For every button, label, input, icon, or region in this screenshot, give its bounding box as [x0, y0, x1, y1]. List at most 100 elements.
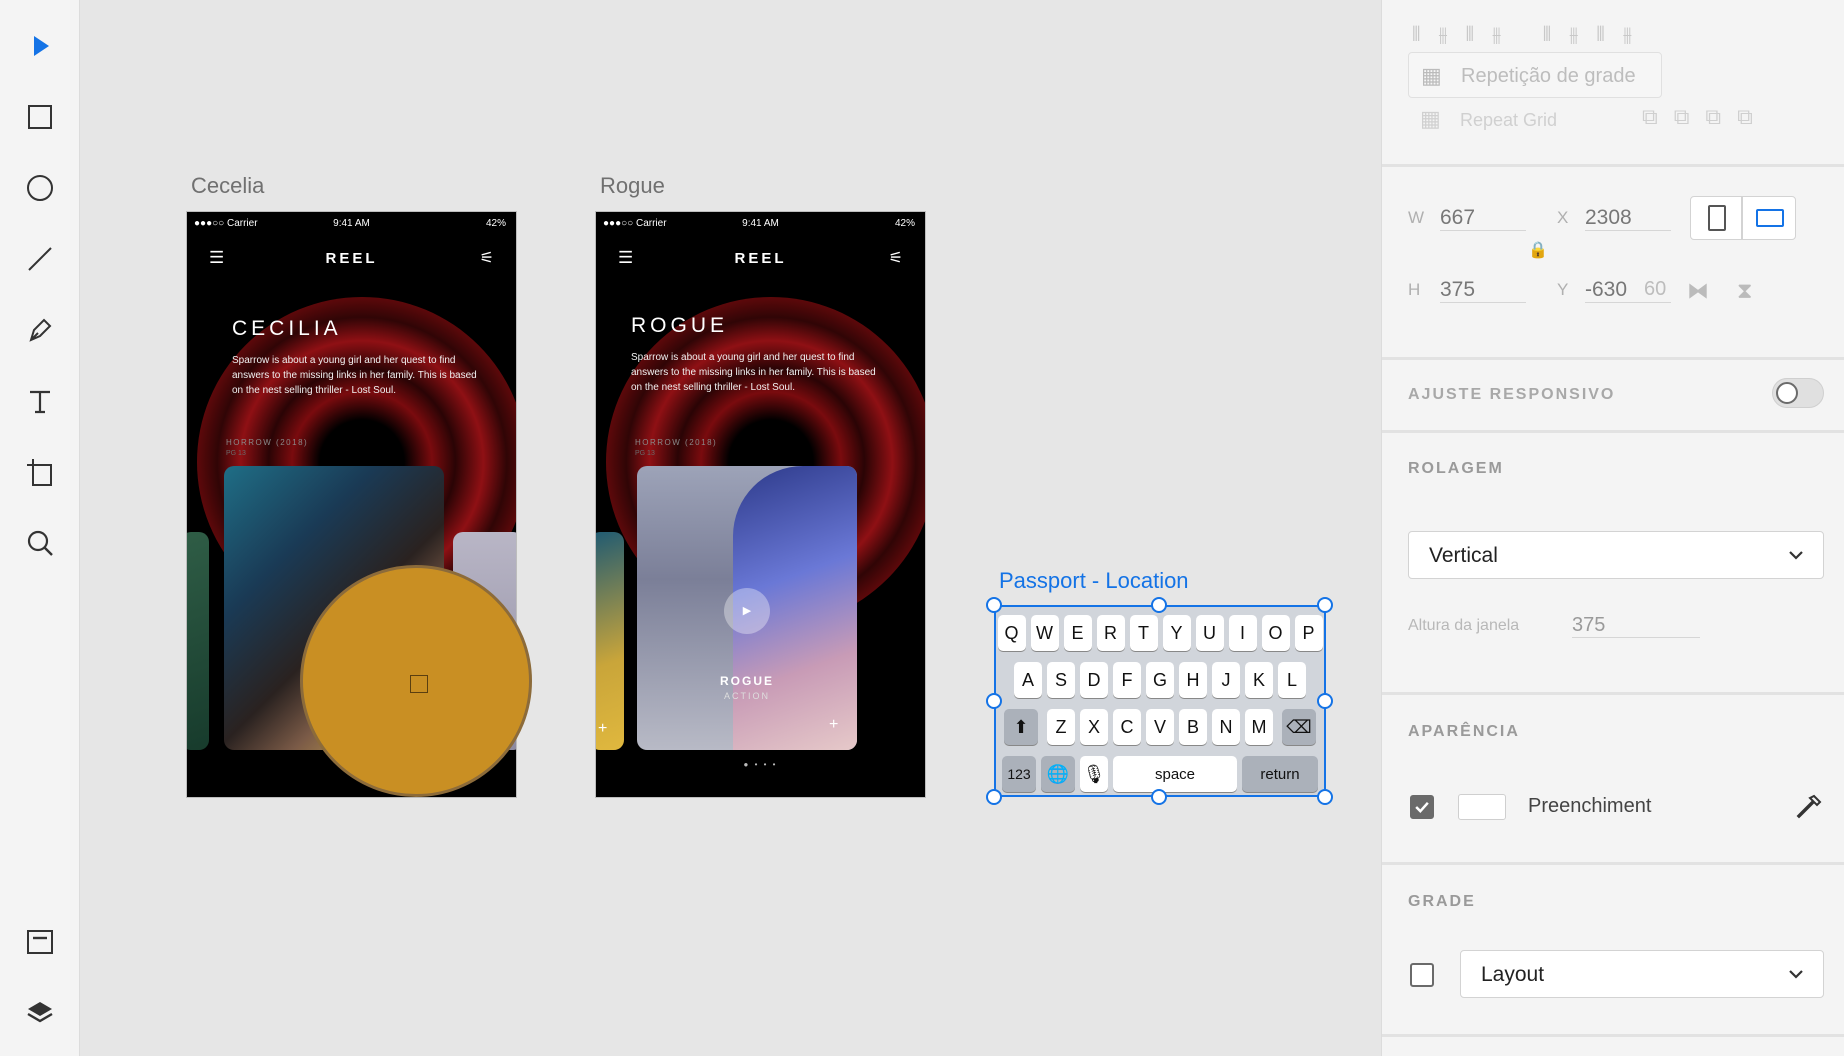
- loupe-center-square: [410, 675, 428, 693]
- color-picker-loupe[interactable]: [300, 565, 532, 797]
- rating-label: PG 13: [226, 450, 246, 457]
- backspace-key[interactable]: ⌫: [1282, 709, 1316, 745]
- filter-icon[interactable]: ⚟: [480, 248, 494, 268]
- key-h[interactable]: H: [1179, 662, 1207, 698]
- responsive-resize-toggle[interactable]: [1772, 378, 1824, 408]
- space-key[interactable]: space: [1113, 756, 1237, 792]
- key-w[interactable]: W: [1030, 615, 1059, 651]
- grid-checkbox[interactable]: [1410, 963, 1434, 987]
- repeat-grid-button[interactable]: ▦ Repetição de grade: [1408, 52, 1662, 98]
- landscape-orientation-button[interactable]: [1742, 196, 1796, 240]
- mic-key[interactable]: 🎙: [1080, 756, 1108, 792]
- width-input[interactable]: 667: [1440, 206, 1526, 231]
- key-m[interactable]: M: [1245, 709, 1273, 745]
- fill-color-swatch[interactable]: [1458, 794, 1506, 820]
- select-tool[interactable]: [20, 26, 60, 66]
- key-r[interactable]: R: [1096, 615, 1125, 651]
- return-key[interactable]: return: [1242, 756, 1318, 792]
- filter-icon[interactable]: ⚟: [889, 248, 903, 268]
- assets-panel-button[interactable]: [20, 922, 60, 962]
- rating-label: PG 13: [635, 450, 655, 457]
- key-o[interactable]: O: [1261, 615, 1290, 651]
- ellipse-icon: [27, 175, 53, 201]
- selection-handle-right[interactable]: [1317, 693, 1333, 709]
- line-icon: [28, 247, 52, 271]
- movie-card-left[interactable]: +: [596, 532, 624, 750]
- key-x[interactable]: X: [1080, 709, 1108, 745]
- landscape-icon: [1756, 209, 1784, 227]
- key-e[interactable]: E: [1063, 615, 1092, 651]
- layers-panel-button[interactable]: [20, 993, 60, 1033]
- artboard-title-cecelia[interactable]: Cecelia: [191, 173, 264, 199]
- grid-type-dropdown[interactable]: Layout: [1460, 950, 1824, 998]
- key-v[interactable]: V: [1146, 709, 1174, 745]
- ellipse-tool[interactable]: [20, 168, 60, 208]
- key-i[interactable]: I: [1228, 615, 1257, 651]
- zoom-tool[interactable]: [20, 523, 60, 563]
- fill-checkbox[interactable]: [1410, 795, 1434, 819]
- key-p[interactable]: P: [1294, 615, 1323, 651]
- flip-horizontal-icon[interactable]: ⧓: [1687, 278, 1709, 304]
- card-title: ROGUE: [719, 674, 774, 688]
- key-j[interactable]: J: [1212, 662, 1240, 698]
- key-n[interactable]: N: [1212, 709, 1240, 745]
- pen-tool[interactable]: [20, 310, 60, 350]
- add-icon[interactable]: +: [829, 716, 838, 734]
- scrolling-section-title: ROLAGEM: [1408, 460, 1504, 477]
- shift-key[interactable]: ⬆: [1004, 709, 1038, 745]
- height-input[interactable]: 375: [1440, 278, 1526, 303]
- key-c[interactable]: C: [1113, 709, 1141, 745]
- grid-type-value: Layout: [1481, 963, 1545, 986]
- key-g[interactable]: G: [1146, 662, 1174, 698]
- selection-handle-top-right[interactable]: [1317, 597, 1333, 613]
- selection-handle-left[interactable]: [986, 693, 1002, 709]
- selection-handle-bottom-right[interactable]: [1317, 789, 1333, 805]
- app-brand: REEL: [734, 250, 787, 267]
- key-k[interactable]: K: [1245, 662, 1273, 698]
- key-s[interactable]: S: [1047, 662, 1075, 698]
- key-a[interactable]: A: [1014, 662, 1042, 698]
- selection-handle-bottom[interactable]: [1151, 789, 1167, 805]
- eyedropper-icon[interactable]: [1794, 792, 1824, 822]
- y-label: Y: [1557, 280, 1569, 299]
- selection-handle-top-left[interactable]: [986, 597, 1002, 613]
- rectangle-tool[interactable]: [20, 97, 60, 137]
- x-input[interactable]: 2308: [1585, 206, 1671, 231]
- artboard-rogue[interactable]: ●●●○○ Carrier 9:41 AM 42% ☰ REEL ⚟ ROGUE…: [595, 211, 926, 798]
- globe-key[interactable]: 🌐: [1041, 756, 1075, 792]
- portrait-orientation-button[interactable]: [1690, 196, 1742, 240]
- artboard-tool[interactable]: [20, 452, 60, 492]
- scroll-direction-dropdown[interactable]: Vertical: [1408, 531, 1824, 579]
- text-tool[interactable]: [20, 381, 60, 421]
- key-t[interactable]: T: [1129, 615, 1158, 651]
- key-f[interactable]: F: [1113, 662, 1141, 698]
- status-bar: ●●●○○ Carrier 9:41 AM 42%: [187, 212, 516, 234]
- keyboard-component[interactable]: Q W E R T Y U I O P A S D F G H J K L ⬆ …: [994, 605, 1326, 797]
- numbers-key[interactable]: 123: [1002, 756, 1036, 792]
- viewport-height-input[interactable]: 375: [1572, 614, 1700, 638]
- key-b[interactable]: B: [1179, 709, 1207, 745]
- lock-aspect-icon[interactable]: 🔒: [1528, 240, 1548, 260]
- flip-vertical-icon[interactable]: ⧗: [1737, 278, 1752, 304]
- component-title[interactable]: Passport - Location: [999, 568, 1189, 594]
- movie-card-left[interactable]: [187, 532, 209, 750]
- line-tool[interactable]: [20, 239, 60, 279]
- grid-icon: ▦: [1421, 63, 1442, 88]
- selection-handle-top[interactable]: [1151, 597, 1167, 613]
- key-l[interactable]: L: [1278, 662, 1306, 698]
- key-z[interactable]: Z: [1047, 709, 1075, 745]
- app-brand: REEL: [325, 250, 378, 267]
- add-icon[interactable]: +: [598, 720, 607, 738]
- play-button[interactable]: ▶: [724, 588, 770, 634]
- key-y[interactable]: Y: [1162, 615, 1191, 651]
- grid-section-title: GRADE: [1408, 893, 1476, 910]
- key-u[interactable]: U: [1195, 615, 1224, 651]
- selection-handle-bottom-left[interactable]: [986, 789, 1002, 805]
- design-canvas[interactable]: Cecelia ●●●○○ Carrier 9:41 AM 42% ☰ REEL…: [80, 0, 1381, 1056]
- globe-icon: 🌐: [1046, 763, 1070, 784]
- keyboard-row-2: A S D F G H J K L: [996, 662, 1324, 698]
- artboard-title-rogue[interactable]: Rogue: [600, 173, 665, 199]
- key-q[interactable]: Q: [997, 615, 1026, 651]
- key-d[interactable]: D: [1080, 662, 1108, 698]
- movie-card-rogue[interactable]: ▶ ROGUE ACTION +: [637, 466, 857, 750]
